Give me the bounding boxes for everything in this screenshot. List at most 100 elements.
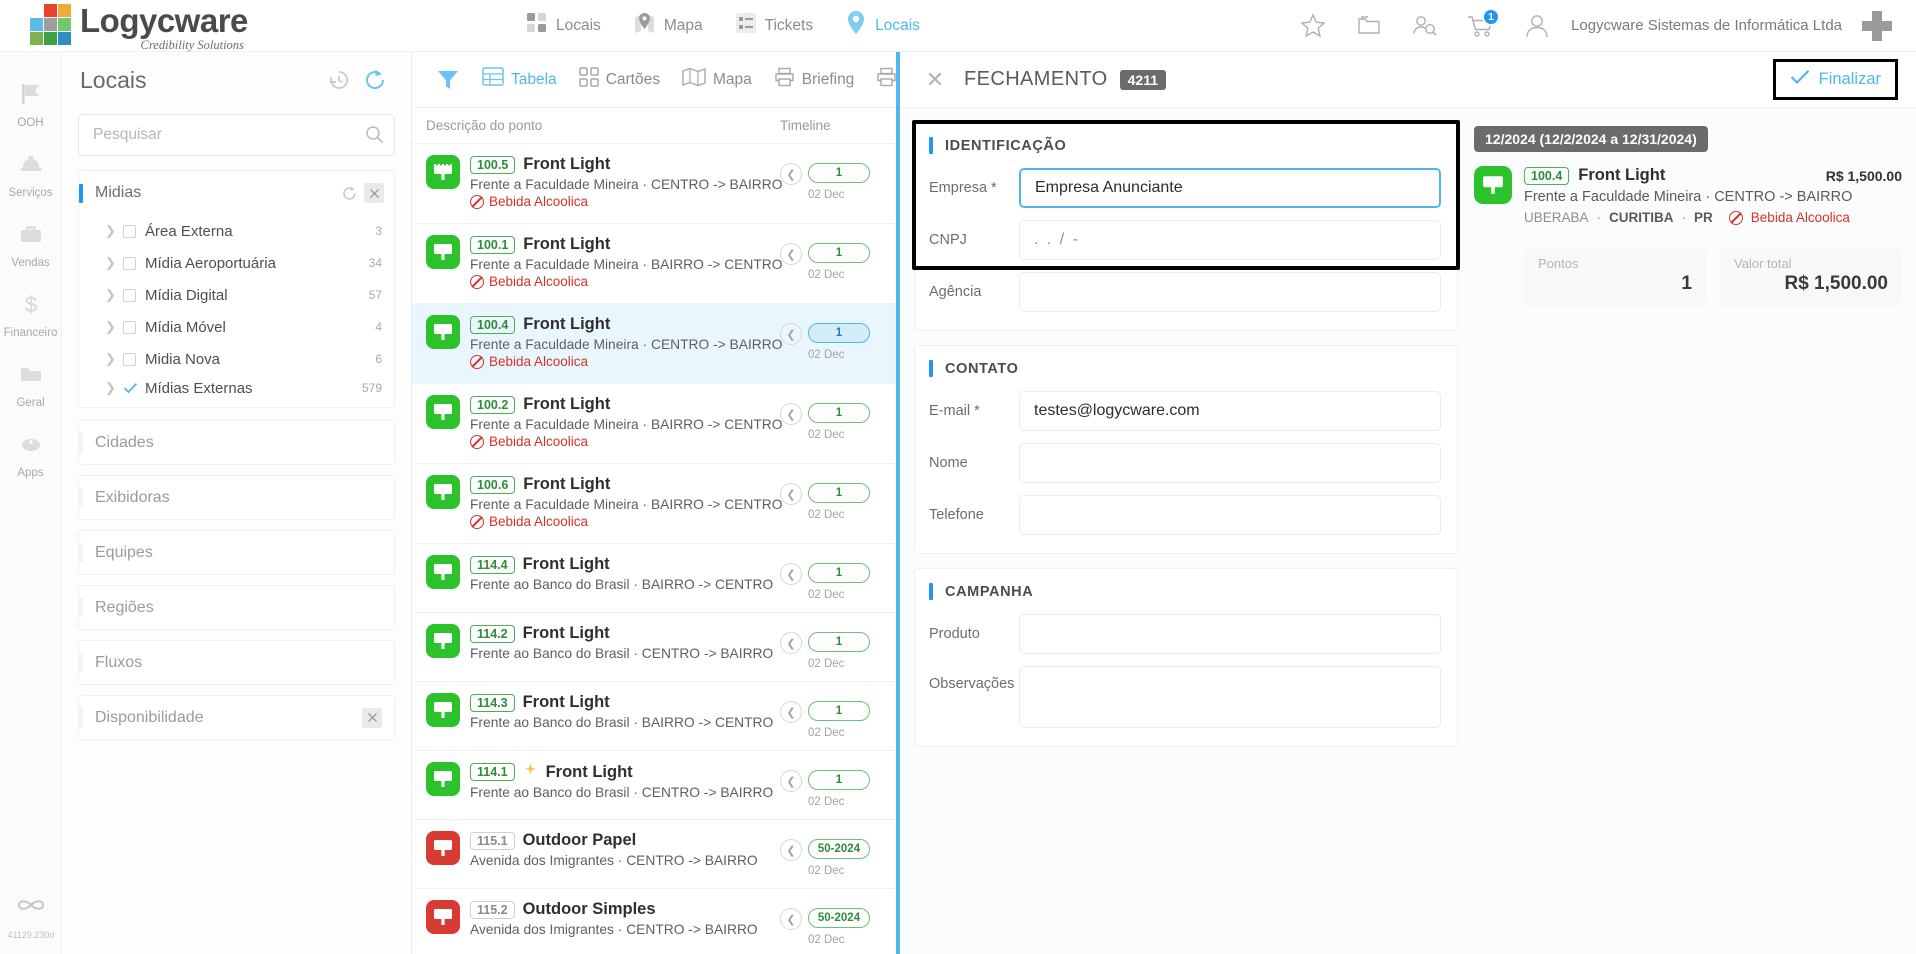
telefone-input[interactable]: [1019, 495, 1441, 535]
folder-icon[interactable]: [1343, 0, 1395, 52]
table-row[interactable]: 114.4 Front Light Frente ao Banco do Bra…: [412, 544, 900, 613]
checkbox[interactable]: [123, 288, 136, 302]
close-icon[interactable]: [362, 707, 382, 728]
refresh-icon[interactable]: [357, 62, 393, 98]
timeline-pill[interactable]: 1: [808, 323, 870, 343]
timeline-pill[interactable]: 1: [808, 243, 870, 263]
table-row[interactable]: 114.3 Front Light Frente ao Banco do Bra…: [412, 682, 900, 751]
field-label: Telefone: [929, 507, 984, 523]
rail-item-vendas[interactable]: Vendas: [0, 210, 62, 280]
chevron-left-icon[interactable]: ❮: [780, 403, 802, 425]
filter-row[interactable]: ❯ Área Externa 3: [79, 215, 394, 247]
chevron-left-icon[interactable]: ❮: [780, 243, 802, 265]
chevron-right-icon[interactable]: ❯: [105, 223, 123, 239]
finalizar-button[interactable]: Finalizar: [1772, 59, 1898, 100]
timeline-pill[interactable]: 1: [808, 403, 870, 423]
rail-item-financeiro[interactable]: $ Financeiro: [0, 280, 62, 350]
search-icon[interactable]: [365, 125, 384, 149]
timeline-pill[interactable]: 50-2024: [808, 908, 870, 928]
nav-item-mapa[interactable]: Mapa: [617, 0, 719, 52]
refresh-icon[interactable]: [334, 178, 364, 208]
user-search-icon[interactable]: [1399, 0, 1451, 52]
cart-icon[interactable]: 1: [1455, 0, 1507, 52]
chevron-right-icon[interactable]: ❯: [105, 287, 123, 303]
close-icon[interactable]: [364, 183, 384, 203]
nome-input[interactable]: [1019, 443, 1441, 483]
filter-row[interactable]: ❯ Mídia Digital 57: [79, 279, 394, 311]
filter-row[interactable]: ❯ Mídias Externas 579: [79, 375, 394, 407]
chevron-right-icon[interactable]: ❯: [105, 351, 123, 367]
filter-section-cidades[interactable]: Cidades: [78, 420, 395, 465]
history-icon[interactable]: [321, 62, 357, 98]
table-row[interactable]: 100.4 Front Light Frente a Faculdade Min…: [412, 304, 900, 384]
timeline-pill[interactable]: 50-2024: [808, 839, 870, 859]
user-icon[interactable]: [1511, 0, 1563, 52]
filter-row[interactable]: ❯ Mídia Aeroportuária 34: [79, 247, 394, 279]
nav-item-tickets[interactable]: Tickets: [719, 0, 830, 52]
filter-icon[interactable]: [422, 52, 470, 108]
timeline-pill[interactable]: 1: [808, 770, 870, 790]
tab-cartoes[interactable]: Cartões: [569, 52, 670, 108]
cnpj-input[interactable]: . . / -: [1019, 220, 1441, 260]
chevron-left-icon[interactable]: ❮: [780, 770, 802, 792]
checkmark-icon[interactable]: [123, 382, 138, 395]
chevron-left-icon[interactable]: ❮: [780, 483, 802, 505]
agencia-input[interactable]: [1019, 272, 1441, 312]
email-input[interactable]: testes@logycware.com: [1019, 391, 1441, 431]
chevron-left-icon[interactable]: ❮: [780, 632, 802, 654]
empresa-input[interactable]: Empresa Anunciante: [1019, 168, 1441, 208]
checkbox[interactable]: [123, 352, 136, 366]
table-row[interactable]: 100.2 Front Light Frente a Faculdade Min…: [412, 384, 900, 464]
tab-briefing[interactable]: Briefing: [764, 52, 865, 108]
rail-item-ooh[interactable]: OOH: [0, 70, 62, 140]
table-row[interactable]: 100.5 Front Light Frente a Faculdade Min…: [412, 144, 900, 224]
filter-row[interactable]: ❯ Mídia Móvel 4: [79, 311, 394, 343]
table-row[interactable]: 114.2 Front Light Frente ao Banco do Bra…: [412, 613, 900, 682]
timeline-pill[interactable]: 1: [808, 632, 870, 652]
brand-logo-area[interactable]: Logycware Credibility Solutions: [0, 0, 330, 51]
timeline-pill[interactable]: 1: [808, 483, 870, 503]
add-plus-icon[interactable]: [1860, 9, 1894, 43]
tab-mapa[interactable]: Mapa: [672, 52, 762, 108]
filter-section-fluxos[interactable]: Fluxos: [78, 640, 395, 685]
produto-input[interactable]: [1019, 614, 1441, 654]
section-bar: [79, 653, 83, 672]
chevron-left-icon[interactable]: ❮: [780, 163, 802, 185]
tab-tabela[interactable]: Tabela: [472, 52, 567, 108]
chevron-left-icon[interactable]: ❮: [780, 839, 802, 861]
chevron-left-icon[interactable]: ❮: [780, 908, 802, 930]
brand-name: Logycware: [80, 1, 248, 39]
filter-section-exibidoras[interactable]: Exibidoras: [78, 475, 395, 520]
table-row[interactable]: 100.1 Front Light Frente a Faculdade Min…: [412, 224, 900, 304]
filter-group-header[interactable]: Midias: [79, 171, 394, 215]
observacoes-textarea[interactable]: [1019, 666, 1441, 728]
nav-item-locais-active[interactable]: Locais: [829, 0, 936, 52]
star-icon[interactable]: [1287, 0, 1339, 52]
timeline-pill[interactable]: 1: [808, 701, 870, 721]
table-row[interactable]: 114.1 Front Light Frente ao Banco do Bra…: [412, 751, 900, 820]
checkbox[interactable]: [123, 320, 136, 334]
table-row[interactable]: 115.1 Outdoor Papel Avenida dos Imigrant…: [412, 820, 900, 889]
checkbox[interactable]: [123, 224, 136, 238]
nav-item-locais-grid[interactable]: Locais: [510, 0, 617, 52]
filter-section-disponibilidade[interactable]: Disponibilidade: [78, 695, 395, 740]
rail-item-apps[interactable]: Apps: [0, 420, 62, 490]
chevron-right-icon[interactable]: ❯: [105, 255, 123, 271]
close-icon[interactable]: ✕: [918, 63, 952, 97]
chevron-left-icon[interactable]: ❮: [780, 323, 802, 345]
chevron-left-icon[interactable]: ❮: [780, 563, 802, 585]
table-row[interactable]: 100.6 Front Light Frente a Faculdade Min…: [412, 464, 900, 544]
timeline-pill[interactable]: 1: [808, 163, 870, 183]
checkbox[interactable]: [123, 256, 136, 270]
filter-section-equipes[interactable]: Equipes: [78, 530, 395, 575]
chevron-right-icon[interactable]: ❯: [105, 319, 123, 335]
chevron-left-icon[interactable]: ❮: [780, 701, 802, 723]
rail-item-geral[interactable]: Geral: [0, 350, 62, 420]
search-input[interactable]: [78, 114, 395, 156]
rail-item-servicos[interactable]: Serviços: [0, 140, 62, 210]
table-row[interactable]: 115.2 Outdoor Simples Avenida dos Imigra…: [412, 889, 900, 954]
filter-section-regioes[interactable]: Regiões: [78, 585, 395, 630]
filter-row[interactable]: ❯ Midia Nova 6: [79, 343, 394, 375]
timeline-pill[interactable]: 1: [808, 563, 870, 583]
chevron-right-icon[interactable]: ❯: [105, 380, 123, 396]
